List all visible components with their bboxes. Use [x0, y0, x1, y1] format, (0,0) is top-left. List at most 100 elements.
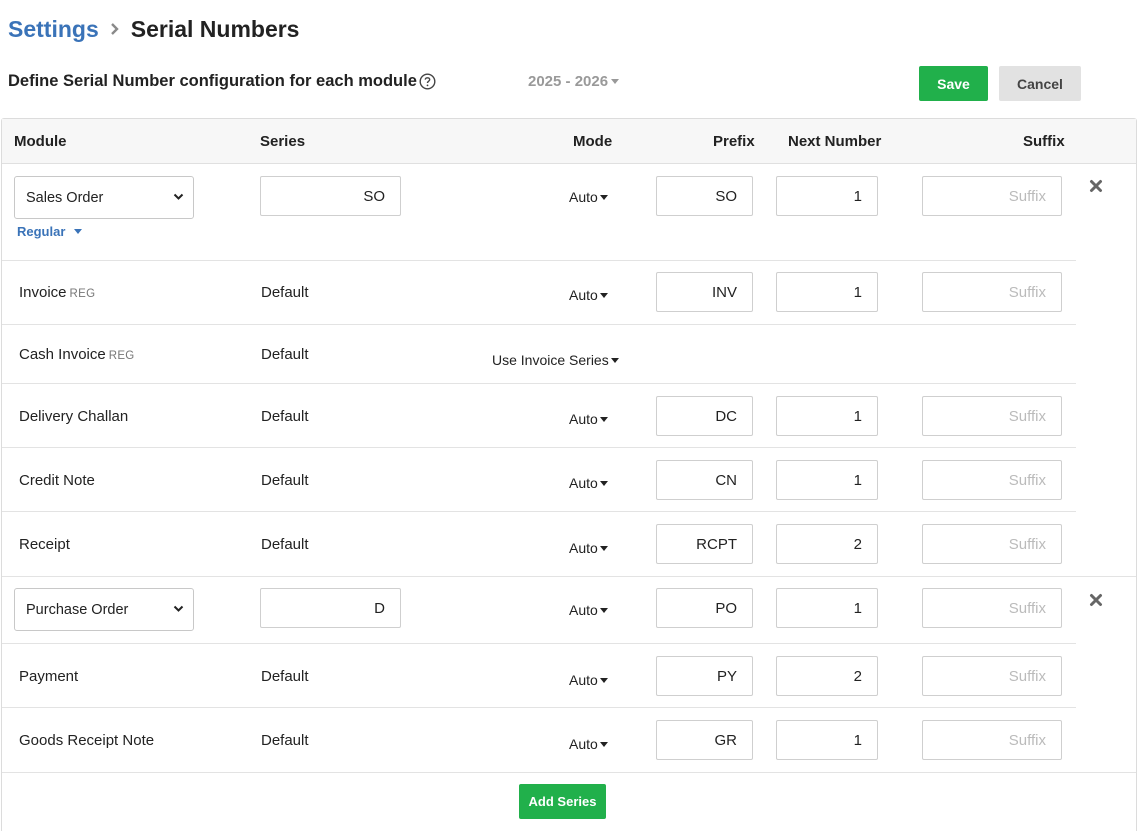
add-series-button[interactable]: Add Series	[519, 784, 606, 819]
caret-down-icon	[74, 229, 83, 234]
reg-tag: REG	[108, 350, 135, 362]
caret-down-icon	[599, 741, 608, 747]
column-header-mode: Mode	[573, 133, 613, 150]
module-label: Delivery Challan	[19, 408, 129, 425]
table-row: Goods Receipt Note Default Auto GR 1 Suf…	[2, 708, 1136, 773]
module-group-row: Purchase Order D Auto PO 1 Suffix	[2, 577, 1076, 644]
close-icon[interactable]	[1089, 179, 1103, 193]
module-label: Goods Receipt Note	[19, 732, 155, 749]
suffix-input[interactable]: Suffix	[922, 396, 1062, 436]
chevron-down-icon	[173, 605, 184, 612]
suffix-input[interactable]: Suffix	[922, 720, 1062, 760]
next-number-input[interactable]: 1	[776, 272, 878, 312]
series-input[interactable]: SO	[260, 176, 401, 216]
table-row: Invoice REG Default Auto INV 1 Suffix	[2, 261, 1076, 325]
mode-dropdown[interactable]: Auto	[569, 672, 608, 688]
breadcrumb: Settings Serial Numbers	[8, 14, 299, 44]
series-variant-dropdown[interactable]: Regular	[17, 224, 83, 239]
serial-number-table: Module Series Mode Prefix Next Number Su…	[1, 118, 1137, 831]
prefix-input[interactable]: GR	[656, 720, 753, 760]
mode-dropdown[interactable]: Auto	[569, 189, 608, 205]
caret-down-icon	[599, 545, 608, 551]
module-label: Payment	[19, 668, 79, 685]
module-name: Invoice	[19, 284, 67, 301]
module-name: Cash Invoice	[19, 346, 106, 363]
save-button[interactable]: Save	[919, 66, 988, 101]
prefix-input[interactable]: CN	[656, 460, 753, 500]
series-label: Default	[261, 668, 309, 685]
next-number-input[interactable]: 1	[776, 176, 878, 216]
mode-value: Auto	[569, 602, 598, 618]
mode-dropdown[interactable]: Auto	[569, 736, 608, 752]
mode-value: Auto	[569, 287, 598, 303]
prefix-input[interactable]: PO	[656, 588, 753, 628]
series-label: Default	[261, 408, 309, 425]
chevron-down-icon	[173, 193, 184, 200]
caret-down-icon	[610, 357, 619, 363]
prefix-input[interactable]: PY	[656, 656, 753, 696]
suffix-input[interactable]: Suffix	[922, 588, 1062, 628]
mode-dropdown[interactable]: Auto	[569, 602, 608, 618]
series-label: Default	[261, 536, 309, 553]
mode-value: Auto	[569, 475, 598, 491]
caret-down-icon	[599, 607, 608, 613]
mode-dropdown[interactable]: Auto	[569, 475, 608, 491]
module-label: Invoice REG	[19, 284, 95, 301]
module-label: Credit Note	[19, 472, 95, 489]
next-number-input[interactable]: 1	[776, 460, 878, 500]
caret-down-icon	[599, 480, 608, 486]
series-input[interactable]: D	[260, 588, 401, 628]
next-number-input[interactable]: 2	[776, 656, 878, 696]
financial-year-dropdown[interactable]: 2025 - 2026	[528, 71, 620, 91]
suffix-input[interactable]: Suffix	[922, 272, 1062, 312]
next-number-input[interactable]: 1	[776, 720, 878, 760]
mode-dropdown[interactable]: Auto	[569, 411, 608, 427]
module-select[interactable]: Purchase Order	[14, 588, 194, 631]
mode-value: Auto	[569, 672, 598, 688]
table-row: Cash Invoice REG Default Use Invoice Seri…	[2, 325, 1076, 384]
suffix-input[interactable]: Suffix	[922, 524, 1062, 564]
prefix-input[interactable]: INV	[656, 272, 753, 312]
series-label: Default	[261, 732, 309, 749]
series-label: Default	[261, 346, 309, 363]
cancel-button[interactable]: Cancel	[999, 66, 1081, 101]
suffix-input[interactable]: Suffix	[922, 176, 1062, 216]
next-number-input[interactable]: 1	[776, 396, 878, 436]
mode-dropdown[interactable]: Auto	[569, 540, 608, 556]
mode-value: Use Invoice Series	[492, 352, 609, 368]
help-circle-icon[interactable]	[419, 72, 436, 90]
mode-dropdown[interactable]: Use Invoice Series	[492, 352, 619, 368]
caret-down-icon	[599, 416, 608, 422]
module-select[interactable]: Sales Order	[14, 176, 194, 219]
table-row: Receipt Default Auto RCPT 2 Suffix	[2, 512, 1136, 577]
suffix-input[interactable]: Suffix	[922, 656, 1062, 696]
prefix-input[interactable]: SO	[656, 176, 753, 216]
section-description: Define Serial Number configuration for e…	[8, 70, 436, 92]
breadcrumb-settings-link[interactable]: Settings	[8, 16, 99, 43]
caret-down-icon	[599, 194, 608, 200]
next-number-input[interactable]: 2	[776, 524, 878, 564]
caret-down-icon	[599, 292, 608, 298]
table-row: Delivery Challan Default Auto DC 1 Suffi…	[2, 384, 1076, 448]
next-number-input[interactable]: 1	[776, 588, 878, 628]
section-description-text: Define Serial Number configuration for e…	[8, 71, 417, 90]
reg-tag: REG	[69, 288, 96, 300]
module-label: Receipt	[19, 536, 70, 553]
chevron-right-icon	[109, 22, 121, 36]
suffix-input[interactable]: Suffix	[922, 460, 1062, 500]
mode-dropdown[interactable]: Auto	[569, 287, 608, 303]
column-header-prefix: Prefix	[713, 133, 755, 150]
column-header-next-number: Next Number	[788, 133, 882, 150]
column-header-suffix: Suffix	[1023, 133, 1065, 150]
module-label: Cash Invoice REG	[19, 346, 135, 363]
close-icon[interactable]	[1089, 593, 1103, 607]
table-row: Credit Note Default Auto CN 1 Suffix	[2, 448, 1076, 512]
prefix-input[interactable]: DC	[656, 396, 753, 436]
series-label: Default	[261, 284, 309, 301]
column-header-module: Module	[14, 133, 67, 150]
module-group-row: Sales Order SO Auto SO 1 Suffix Regular	[2, 165, 1076, 261]
mode-value: Auto	[569, 411, 598, 427]
column-header-series: Series	[260, 133, 306, 150]
prefix-input[interactable]: RCPT	[656, 524, 753, 564]
mode-value: Auto	[569, 736, 598, 752]
